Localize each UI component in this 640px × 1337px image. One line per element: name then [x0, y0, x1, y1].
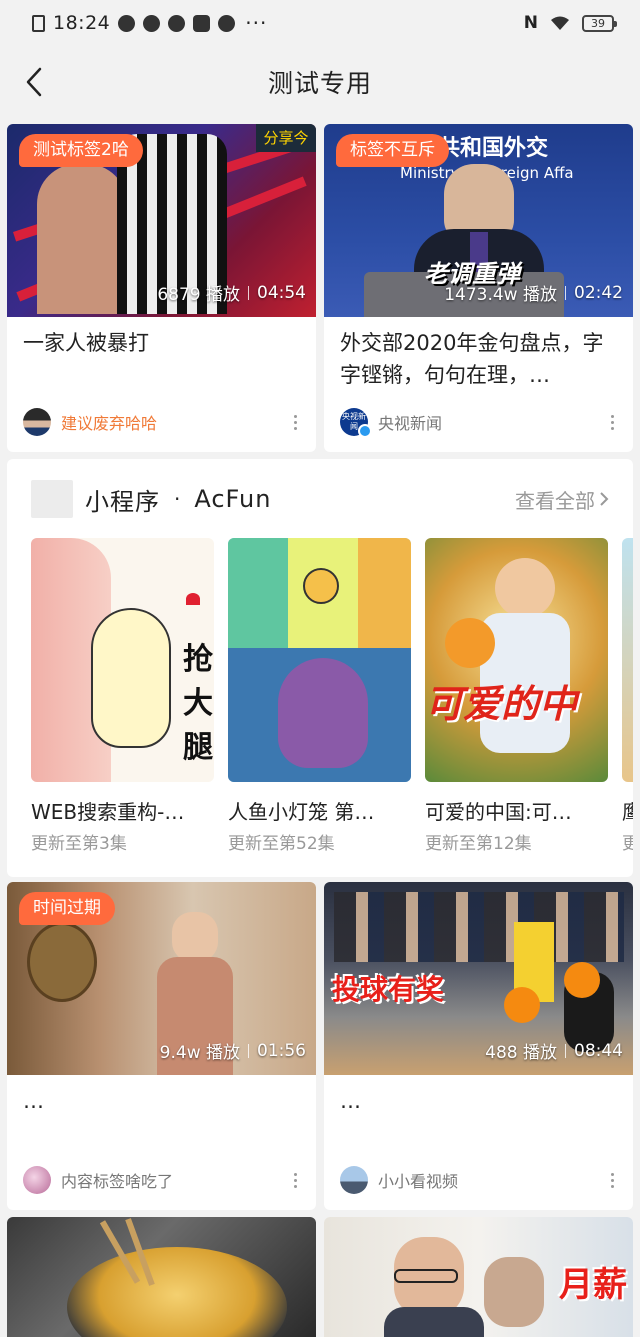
- video-duration: 08:44: [574, 1040, 623, 1061]
- stats-divider: [565, 1043, 566, 1058]
- video-tag: 标签不互斥: [336, 134, 449, 167]
- author-row: 小小看视频: [340, 1164, 621, 1196]
- mini-program-item-title: 可爱的中国:可…: [425, 800, 572, 824]
- video-thumbnail: [7, 1217, 316, 1337]
- video-overlay-text: 分享今: [256, 124, 316, 152]
- more-options-button[interactable]: [286, 1168, 304, 1192]
- chevron-left-icon: [26, 67, 42, 97]
- video-stats: 1473.4w 播放 02:42: [444, 280, 623, 306]
- mini-program-item[interactable]: 抢大腿 WEB搜索重构-… 更新至第3集: [31, 538, 214, 854]
- video-duration: 02:42: [574, 282, 623, 303]
- video-title: 一家人被暴打: [23, 331, 149, 355]
- mini-program-label: 小程序: [85, 487, 160, 516]
- avatar[interactable]: [23, 408, 51, 436]
- verified-icon: [358, 424, 372, 438]
- battery-icon: 39: [582, 14, 617, 32]
- video-title: …: [340, 1089, 361, 1113]
- avatar[interactable]: [340, 1166, 368, 1194]
- nav-bar: 测试专用: [0, 46, 640, 118]
- video-stats: 488 播放 08:44: [485, 1038, 623, 1064]
- mini-program-header: 小程序 · AcFun 查看全部: [31, 479, 609, 519]
- chevron-right-icon: [600, 492, 609, 506]
- cat-notification-icon: [218, 14, 236, 32]
- see-all-label: 查看全部: [515, 488, 595, 513]
- mini-program-item-title: 鹰: [622, 800, 633, 824]
- more-options-button[interactable]: [603, 1168, 621, 1192]
- video-thumbnail: 人民共和国外交 Ministry of Foreign Affa 老调重弹 标签…: [324, 124, 633, 317]
- video-thumbnail: 月薪: [324, 1217, 633, 1337]
- see-all-button[interactable]: 查看全部: [515, 485, 609, 514]
- video-thumbnail: 时间过期 9.4w 播放 01:56: [7, 882, 316, 1075]
- video-duration: 04:54: [257, 282, 306, 303]
- author-row: 内容标签啥吃了: [23, 1164, 304, 1196]
- stats-divider: [248, 285, 249, 300]
- mail-notification-icon: [193, 14, 211, 32]
- mini-program-item-subtitle: 更: [622, 834, 633, 854]
- view-count: 6879 播放: [157, 285, 240, 305]
- video-card[interactable]: 人民共和国外交 Ministry of Foreign Affa 老调重弹 标签…: [324, 124, 633, 452]
- mini-program-cover: 抢大腿: [31, 538, 214, 782]
- video-card[interactable]: 时间过期 9.4w 播放 01:56 … 内容标签啥吃了: [7, 882, 316, 1210]
- mini-program-item[interactable]: 鹰 更: [622, 538, 633, 854]
- status-time: 18:24: [53, 12, 111, 34]
- video-title: …: [23, 1089, 44, 1113]
- mini-program-logo: [31, 480, 73, 518]
- more-options-button[interactable]: [603, 410, 621, 434]
- mini-program-cover: [622, 538, 633, 782]
- avatar[interactable]: [23, 1166, 51, 1194]
- mini-program-item-title: 人鱼小灯笼 第…: [228, 800, 375, 824]
- video-stats: 6879 播放 04:54: [157, 280, 306, 306]
- mini-program-item-subtitle: 更新至第3集: [31, 834, 127, 854]
- video-thumbnail: 投球有奖 488 播放 08:44: [324, 882, 633, 1075]
- sim-icon: [32, 14, 45, 32]
- mini-program-cover: 可爱的中: [425, 538, 608, 782]
- author-name[interactable]: 建议废弃哈哈: [61, 410, 157, 434]
- video-duration: 01:56: [257, 1040, 306, 1061]
- mini-program-item-title: WEB搜索重构-…: [31, 800, 185, 824]
- mini-program-item-subtitle: 更新至第52集: [228, 834, 335, 854]
- video-tag: 时间过期: [19, 892, 115, 925]
- app-notification-icon: [118, 14, 136, 32]
- video-tag: 测试标签2哈: [19, 134, 143, 167]
- video-card[interactable]: 分享今 测试标签2哈 6879 播放 04:54 一家人被暴打 建议废弃哈哈: [7, 124, 316, 452]
- video-overlay-caption: 投球有奖: [332, 973, 445, 1006]
- video-card[interactable]: 月薪: [324, 1217, 633, 1337]
- view-count: 488 播放: [485, 1043, 557, 1063]
- video-title: 外交部2020年金句盘点，字字铿锵，句句在理，…: [340, 331, 604, 387]
- author-row: 央视新闻 央视新闻: [340, 406, 621, 438]
- wifi-icon: [550, 16, 570, 31]
- video-thumbnail: 分享今 测试标签2哈 6879 播放 04:54: [7, 124, 316, 317]
- mini-program-item-subtitle: 更新至第12集: [425, 834, 532, 854]
- mini-program-name: AcFun: [194, 485, 272, 513]
- author-name[interactable]: 小小看视频: [378, 1168, 458, 1192]
- video-stats: 9.4w 播放 01:56: [159, 1038, 306, 1064]
- mini-program-item[interactable]: 可爱的中 可爱的中国:可… 更新至第12集: [425, 538, 608, 854]
- check-notification-icon: [143, 14, 161, 32]
- video-overlay-caption: 月薪: [559, 1265, 627, 1305]
- view-count: 9.4w 播放: [159, 1043, 240, 1063]
- author-row: 建议废弃哈哈: [23, 406, 304, 438]
- more-options-button[interactable]: [286, 410, 304, 434]
- cloud-notification-icon: [168, 14, 186, 32]
- back-button[interactable]: [16, 64, 52, 100]
- status-bar: 18:24 ··· N 39: [0, 0, 640, 46]
- video-card[interactable]: 投球有奖 488 播放 08:44 … 小小看视频: [324, 882, 633, 1210]
- stats-divider: [565, 285, 566, 300]
- mini-program-cover: [228, 538, 411, 782]
- author-name[interactable]: 央视新闻: [378, 410, 442, 434]
- video-card[interactable]: [7, 1217, 316, 1337]
- view-count: 1473.4w 播放: [444, 285, 557, 305]
- more-notifications-icon: ···: [245, 11, 268, 35]
- mini-program-section: 小程序 · AcFun 查看全部 抢大腿 WEB搜索重构-… 更新至第3集 人鱼…: [7, 459, 633, 877]
- mini-program-item[interactable]: 人鱼小灯笼 第… 更新至第52集: [228, 538, 411, 854]
- nfc-icon: N: [523, 13, 538, 33]
- stats-divider: [248, 1043, 249, 1058]
- page-title: 测试专用: [267, 69, 372, 98]
- mini-program-separator: ·: [174, 487, 181, 511]
- mini-program-list: 抢大腿 WEB搜索重构-… 更新至第3集 人鱼小灯笼 第… 更新至第52集 可爱…: [31, 538, 633, 858]
- author-name[interactable]: 内容标签啥吃了: [61, 1168, 173, 1192]
